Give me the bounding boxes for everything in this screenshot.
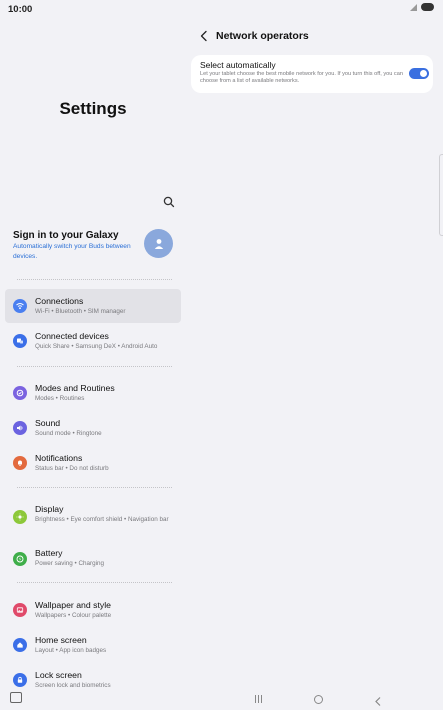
navigation-bar — [0, 690, 443, 710]
menu-item-sub: Status bar • Do not disturb — [35, 465, 109, 472]
divider — [17, 366, 172, 367]
menu-item-label: Modes and Routines — [35, 383, 115, 393]
page-title: Settings — [59, 99, 127, 118]
toggle-knob — [420, 70, 427, 77]
home-screen-icon — [13, 638, 27, 652]
menu-item-sub: Quick Share • Samsung DeX • Android Auto — [35, 343, 158, 350]
status-icons — [408, 3, 434, 11]
menu-item-notifications[interactable]: Notifications Status bar • Do not distur… — [5, 446, 181, 480]
select-automatically-row[interactable]: Select automatically Let your tablet cho… — [191, 55, 433, 93]
menu-item-sub: Power saving • Charging — [35, 560, 105, 567]
page-title: Network operators — [216, 30, 309, 42]
recents-icon — [255, 695, 256, 703]
menu-item-sub: Wallpapers • Colour palette — [35, 612, 112, 619]
divider — [17, 279, 172, 280]
menu-item-connections[interactable]: Connections Wi-Fi • Bluetooth • SIM mana… — [5, 289, 181, 323]
select-automatically-toggle[interactable] — [409, 68, 429, 79]
signal-icon — [408, 3, 417, 11]
notifications-icon — [13, 456, 27, 470]
connected-devices-icon — [13, 334, 27, 348]
search-icon — [163, 196, 175, 208]
menu-item-label: Sound — [35, 418, 61, 428]
menu-item-label: Home screen — [35, 635, 87, 645]
search-button[interactable] — [161, 194, 177, 210]
divider — [17, 582, 172, 583]
menu-item-sound[interactable]: Sound Sound mode • Ringtone — [5, 411, 181, 445]
menu-item-sub: Brightness • Eye comfort shield • Naviga… — [35, 516, 169, 523]
person-icon — [154, 238, 163, 249]
modes-icon — [13, 386, 27, 400]
wallpaper-icon — [13, 603, 27, 617]
menu-item-label: Connections — [35, 296, 84, 306]
back-button[interactable] — [198, 29, 210, 43]
lock-icon — [13, 673, 27, 687]
account-title[interactable]: Sign in to your Galaxy — [13, 230, 119, 241]
display-icon — [13, 510, 27, 524]
sound-icon — [13, 421, 27, 435]
menu-item-label: Notifications — [35, 453, 83, 463]
home-button[interactable] — [314, 695, 323, 704]
menu-item-display[interactable]: Display Brightness • Eye comfort shield … — [5, 498, 181, 532]
wifi-icon — [13, 299, 27, 313]
recents-button[interactable] — [255, 695, 262, 703]
divider — [17, 487, 172, 488]
menu-item-battery[interactable]: Battery Power saving • Charging — [5, 542, 181, 576]
menu-item-label: Display — [35, 504, 64, 514]
network-operators-panel: Network operators Select automatically L… — [186, 18, 443, 690]
select-automatically-desc: Let your tablet choose the best mobile n… — [200, 71, 403, 85]
battery-icon — [13, 552, 27, 566]
settings-panel: Settings Sign in to your Galaxy Automati… — [0, 18, 186, 690]
back-nav-button[interactable] — [374, 694, 382, 710]
avatar[interactable] — [144, 229, 173, 258]
menu-item-home-screen[interactable]: Home screen Layout • App icon badges — [5, 628, 181, 662]
menu-item-sub: Modes • Routines — [35, 395, 85, 402]
status-time: 10:00 — [8, 4, 33, 15]
menu-item-label: Lock screen — [35, 670, 82, 680]
menu-item-label: Battery — [35, 548, 63, 558]
scroll-handle[interactable] — [439, 154, 443, 236]
back-icon — [375, 697, 381, 706]
status-bar: 10:00 — [0, 0, 443, 18]
menu-item-wallpaper[interactable]: Wallpaper and style Wallpapers • Colour … — [5, 593, 181, 627]
menu-item-modes-routines[interactable]: Modes and Routines Modes • Routines — [5, 376, 181, 410]
menu-item-connected-devices[interactable]: Connected devices Quick Share • Samsung … — [5, 324, 181, 358]
menu-item-sub: Sound mode • Ringtone — [35, 430, 102, 437]
menu-item-label: Connected devices — [35, 331, 109, 341]
chevron-left-icon — [200, 30, 207, 42]
select-automatically-title: Select automatically — [200, 60, 276, 70]
menu-item-label: Wallpaper and style — [35, 600, 111, 610]
battery-icon — [421, 3, 434, 11]
keyboard-icon[interactable] — [10, 692, 22, 703]
menu-item-sub: Wi-Fi • Bluetooth • SIM manager — [35, 308, 126, 315]
account-subtitle: Automatically switch your Buds between d… — [13, 243, 131, 260]
menu-item-sub: Layout • App icon badges — [35, 647, 107, 654]
